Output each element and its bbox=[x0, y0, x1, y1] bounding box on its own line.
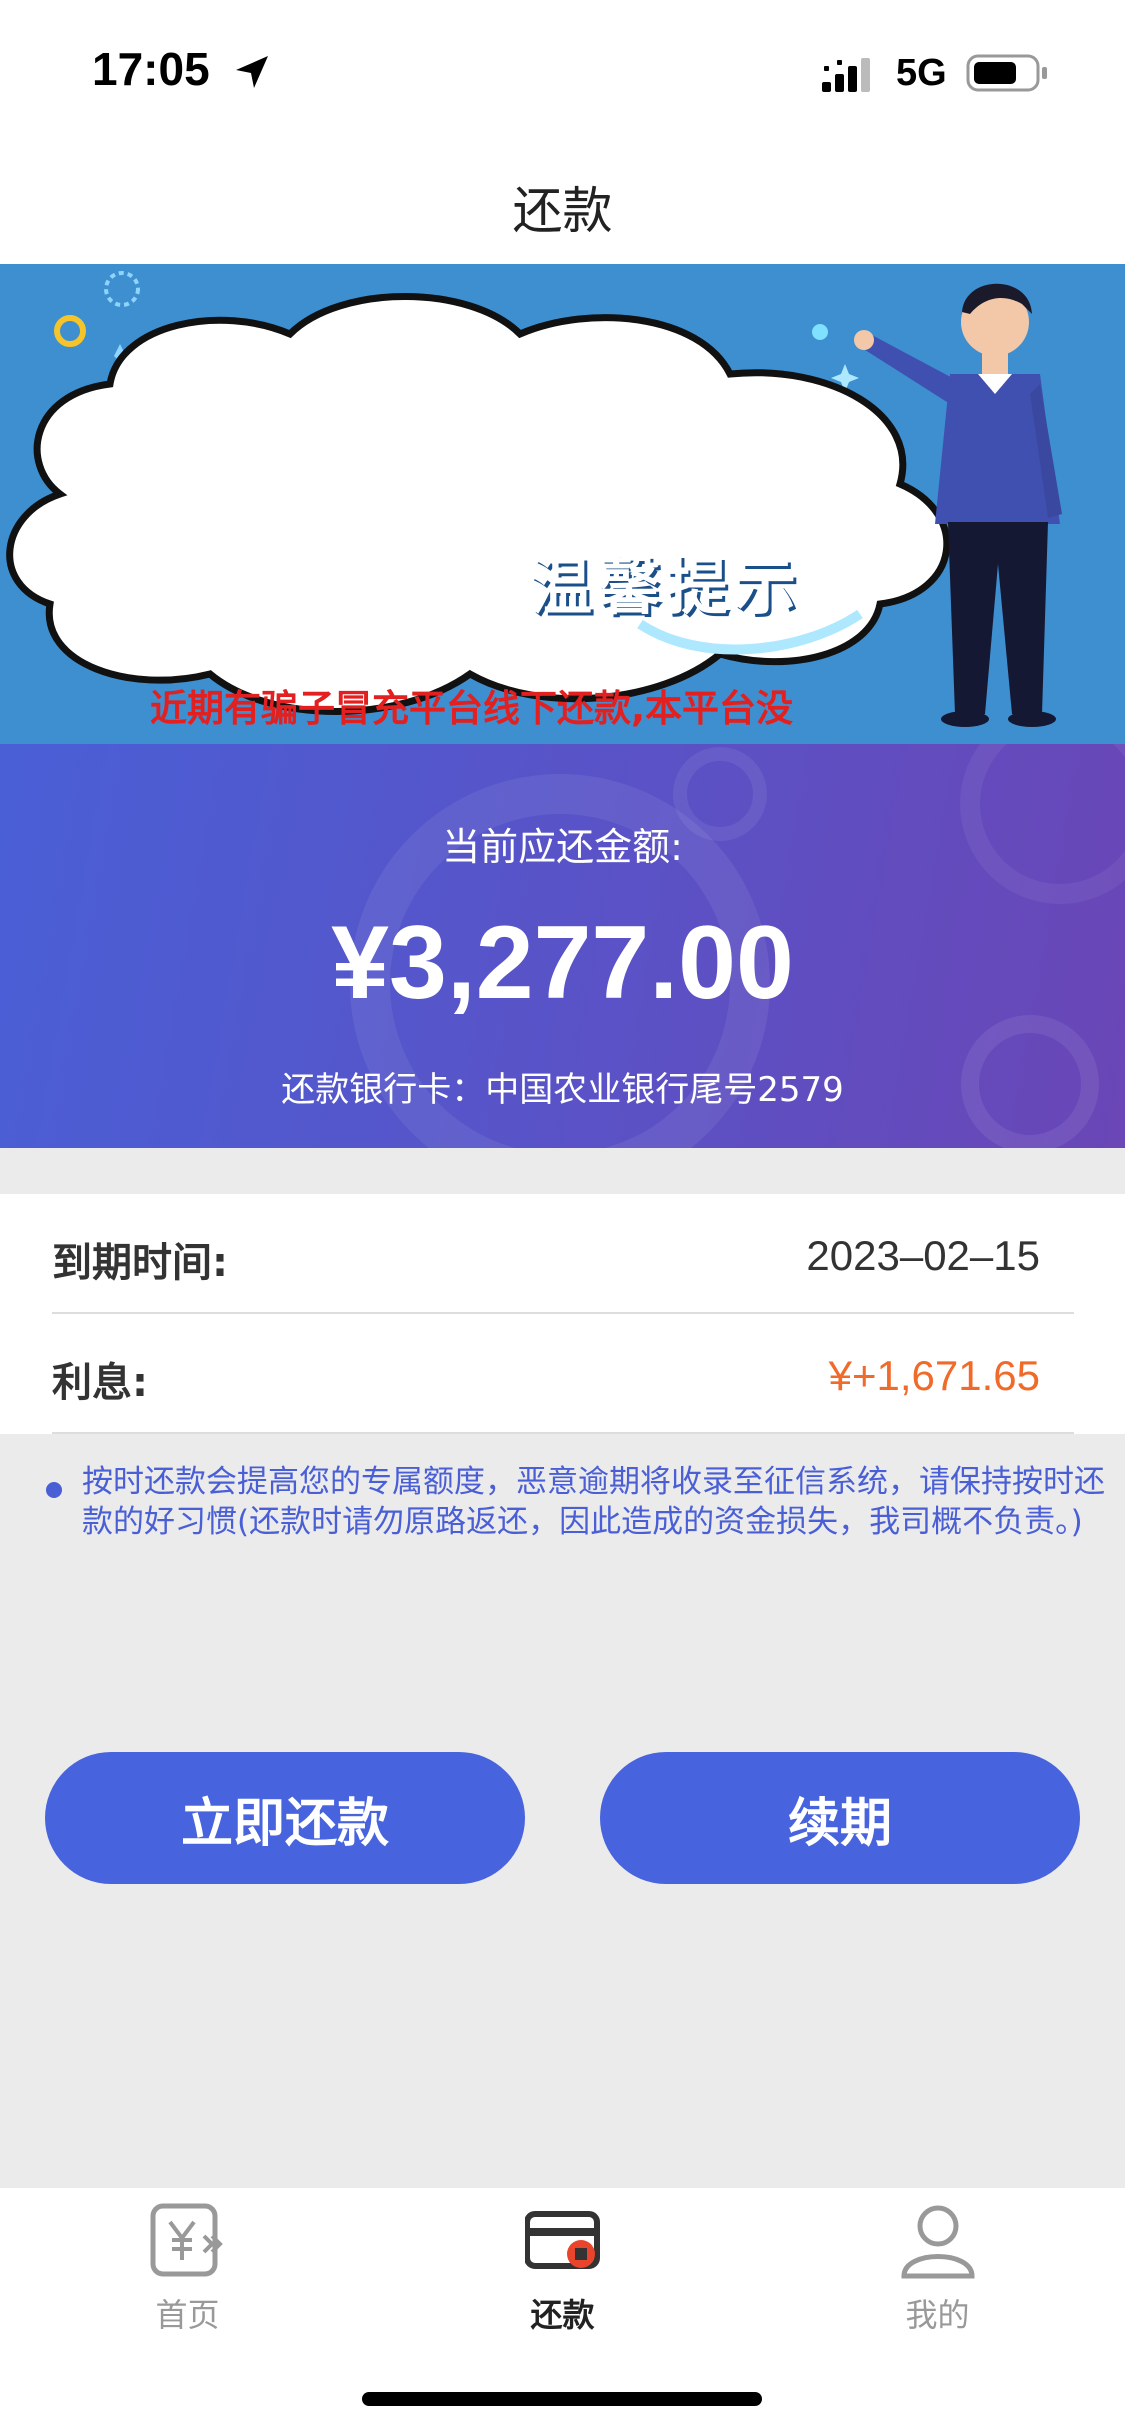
amount-due: ¥3,277.00 bbox=[331, 905, 794, 1021]
notice-text: 按时还款会提高您的专属额度，恶意逾期将收录至征信系统，请保持按时还款的好习惯(还… bbox=[82, 1464, 1105, 1540]
battery-icon bbox=[966, 54, 1047, 92]
due-date-label: 到期时间: bbox=[52, 1240, 228, 1286]
amount-card: 当前应还金额: ¥3,277.00 还款银行卡：中国农业银行尾号2579 bbox=[0, 744, 1125, 1148]
user-icon bbox=[901, 2205, 975, 2279]
home-indicator[interactable] bbox=[362, 2392, 762, 2406]
tab-mine[interactable]: 我的 bbox=[750, 2188, 1125, 2348]
banner-illustration bbox=[6, 271, 1062, 727]
repayment-bank-card: 还款银行卡：中国农业银行尾号2579 bbox=[281, 1070, 844, 1110]
status-bar: 17:05 5G bbox=[0, 0, 1125, 150]
tab-mine-label: 我的 bbox=[905, 2296, 970, 2334]
page-title: 还款 bbox=[512, 182, 613, 240]
amount-label: 当前应还金额: bbox=[442, 825, 683, 869]
interest-value: ¥+1,671.65 bbox=[828, 1352, 1040, 1399]
location-arrow-icon bbox=[236, 56, 268, 88]
repayment-details: 到期时间: 2023–02–15 利息: ¥+1,671.65 bbox=[0, 1194, 1125, 1434]
yuan-home-icon bbox=[150, 2203, 223, 2277]
signal-icon bbox=[822, 58, 870, 92]
tab-home[interactable]: 首页 bbox=[0, 2188, 375, 2348]
interest-label: 利息: bbox=[52, 1360, 148, 1406]
banner-warning-text: 近期有骗子冒充平台线下还款,本平台没有"微信公众号",也不会主动添加QQ,要求线… bbox=[150, 687, 794, 730]
status-time: 17:05 bbox=[92, 43, 210, 95]
warning-banner: 温馨提示 近期有骗子冒充平台线下还款,本平台没有"微信公众号",也不会主动添加Q… bbox=[0, 264, 1125, 744]
banner-title: 温馨提示 bbox=[530, 550, 803, 623]
navigation-bar: 还款 bbox=[0, 150, 1125, 264]
bullet-icon bbox=[46, 1482, 62, 1498]
renew-button[interactable]: 续期 bbox=[600, 1752, 1080, 1884]
due-date-row: 到期时间: 2023–02–15 bbox=[52, 1194, 1074, 1314]
tab-home-label: 首页 bbox=[155, 2296, 220, 2334]
repay-now-button[interactable]: 立即还款 bbox=[45, 1752, 525, 1884]
tab-repay[interactable]: 还款 bbox=[375, 2188, 750, 2348]
interest-row: 利息: ¥+1,671.65 bbox=[52, 1314, 1074, 1434]
tab-repay-label: 还款 bbox=[530, 2296, 595, 2334]
network-type: 5G bbox=[896, 52, 947, 94]
card-icon bbox=[525, 2211, 600, 2269]
due-date-value: 2023–02–15 bbox=[806, 1232, 1040, 1279]
